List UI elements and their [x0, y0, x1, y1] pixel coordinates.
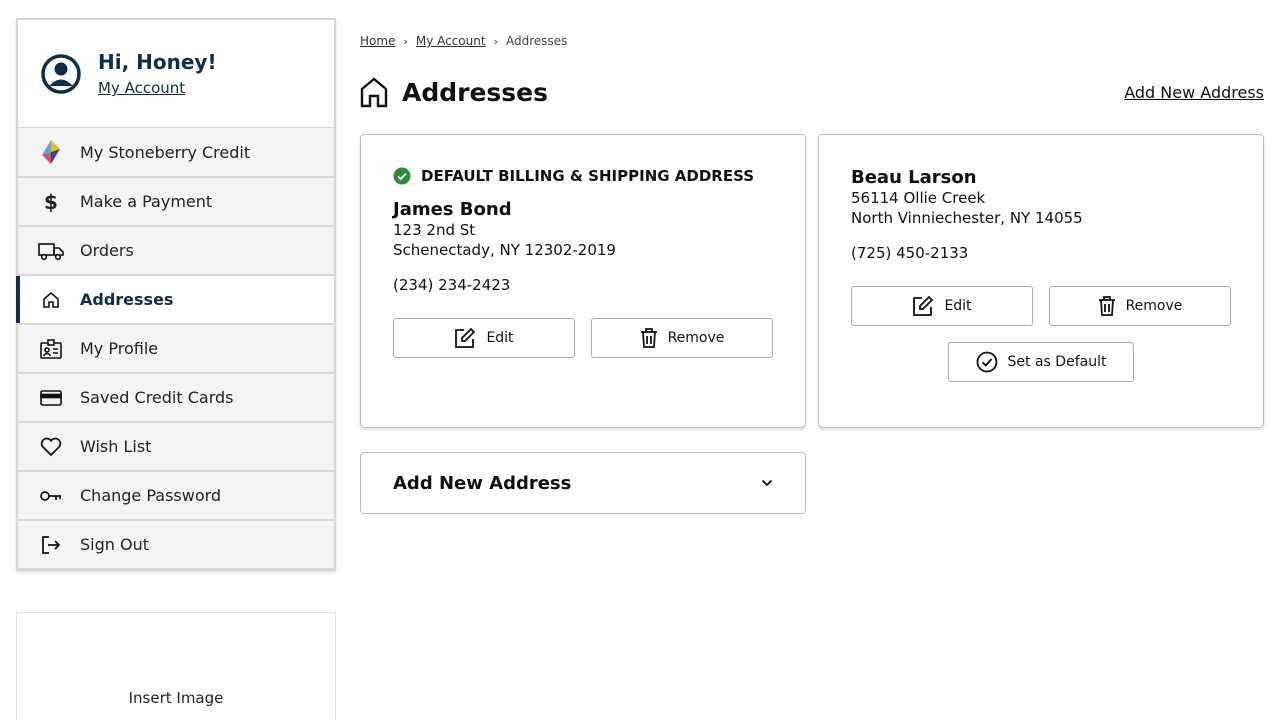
sidebar-item-orders[interactable]: Orders — [18, 225, 334, 275]
edit-icon — [913, 295, 934, 316]
address-phone: (234) 234-2423 — [393, 276, 511, 294]
sidebar-item-make-payment[interactable]: $ Make a Payment — [18, 176, 334, 226]
address-card-default: DEFAULT BILLING & SHIPPING ADDRESS James… — [360, 134, 806, 428]
sidebar-item-saved-credit-cards[interactable]: Saved Credit Cards — [18, 372, 334, 422]
remove-label: Remove — [667, 330, 725, 346]
default-address-badge: DEFAULT BILLING & SHIPPING ADDRESS — [393, 167, 773, 185]
sidebar-item-label: Sign Out — [80, 535, 149, 554]
address-line1: 56114 Ollie Creek — [851, 189, 986, 207]
remove-label: Remove — [1125, 298, 1183, 314]
trash-icon — [640, 328, 657, 348]
greeting-text: Hi, Honey! — [98, 50, 217, 74]
default-address-label: DEFAULT BILLING & SHIPPING ADDRESS — [421, 167, 755, 185]
my-account-link[interactable]: My Account — [98, 79, 185, 97]
sidebar-item-wish-list[interactable]: Wish List — [18, 421, 334, 471]
sidebar-item-label: Wish List — [80, 437, 152, 456]
sidebar-item-stoneberry-credit[interactable]: My Stoneberry Credit — [18, 127, 334, 177]
sign-out-icon — [38, 534, 64, 556]
heart-icon — [38, 436, 64, 458]
chevron-right-icon: › — [493, 34, 498, 48]
breadcrumb-my-account-link[interactable]: My Account — [416, 34, 486, 48]
remove-address-button[interactable]: Remove — [591, 318, 773, 358]
chevron-down-icon — [761, 479, 773, 487]
credit-card-icon — [38, 387, 64, 409]
check-circle-icon — [393, 167, 411, 185]
sidebar-item-label: Orders — [80, 241, 134, 260]
sidebar-item-label: My Stoneberry Credit — [80, 142, 251, 162]
address-line2: North Vinniechester, NY 14055 — [851, 209, 1083, 227]
page-title: Addresses — [402, 77, 549, 107]
breadcrumb-current: Addresses — [505, 34, 568, 48]
address-card: Beau Larson 56114 Ollie Creek North Vinn… — [818, 134, 1264, 428]
sidebar-item-label: Saved Credit Cards — [80, 388, 234, 407]
sidebar-item-sign-out[interactable]: Sign Out — [18, 519, 334, 569]
edit-label: Edit — [944, 298, 972, 314]
profile-badge-icon — [38, 338, 64, 360]
edit-address-button[interactable]: Edit — [851, 286, 1033, 326]
greeting-block: Hi, Honey! My Account — [18, 20, 334, 128]
promo-text: Insert Image — [128, 689, 224, 707]
trash-icon — [1098, 296, 1115, 316]
sidebar-item-label: Addresses — [80, 290, 174, 309]
edit-label: Edit — [486, 330, 514, 346]
sidebar-item-my-profile[interactable]: My Profile — [18, 323, 334, 373]
home-icon — [360, 77, 388, 108]
add-new-address-link[interactable]: Add New Address — [1124, 83, 1264, 102]
sidebar-item-label: My Profile — [80, 339, 159, 358]
page-header: Addresses Add New Address — [360, 76, 1264, 108]
check-circle-outline-icon — [976, 351, 997, 373]
edit-address-button[interactable]: Edit — [393, 318, 575, 358]
remove-address-button[interactable]: Remove — [1049, 286, 1231, 326]
sidebar-item-label: Make a Payment — [80, 192, 213, 211]
breadcrumb-home-link[interactable]: Home — [360, 34, 395, 48]
key-icon — [38, 485, 64, 507]
address-name: Beau Larson — [851, 167, 977, 188]
address-line2: Schenectady, NY 12302-2019 — [393, 241, 616, 259]
dollar-icon: $ — [44, 189, 58, 214]
promo-image-placeholder: Insert Image — [16, 612, 336, 720]
sidebar-item-addresses[interactable]: Addresses — [16, 274, 334, 324]
address-name: James Bond — [393, 199, 512, 220]
truck-icon — [38, 240, 64, 262]
edit-icon — [455, 327, 476, 348]
home-icon — [38, 289, 64, 311]
account-sidebar: Hi, Honey! My Account My Stoneberry Cred… — [16, 18, 336, 571]
user-avatar-icon — [41, 53, 81, 94]
add-new-address-accordion[interactable]: Add New Address — [360, 452, 806, 514]
set-as-default-button[interactable]: Set as Default — [948, 342, 1134, 382]
chevron-right-icon: › — [403, 34, 408, 48]
add-new-address-label: Add New Address — [393, 472, 572, 494]
breadcrumb: Home › My Account › Addresses — [360, 34, 567, 48]
set-as-default-label: Set as Default — [1007, 354, 1107, 370]
address-line1: 123 2nd St — [393, 221, 476, 239]
stoneberry-logo-icon — [38, 140, 64, 164]
sidebar-item-change-password[interactable]: Change Password — [18, 470, 334, 520]
address-phone: (725) 450-2133 — [851, 244, 969, 262]
sidebar-item-label: Change Password — [80, 486, 222, 505]
